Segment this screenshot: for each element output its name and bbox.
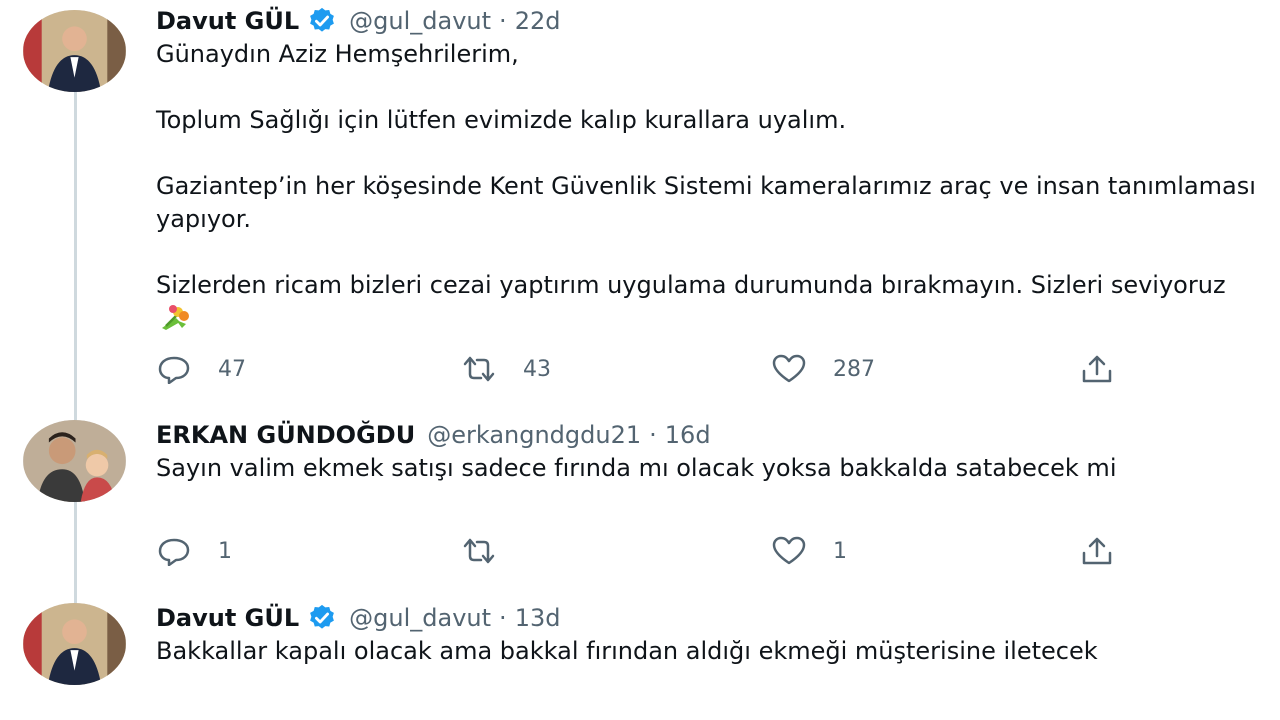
- share-button[interactable]: [1079, 354, 1115, 384]
- like-button[interactable]: 1: [771, 536, 847, 566]
- separator-dot: ·: [499, 7, 507, 35]
- tweet-header: Davut GÜL @gul_davut · 13d: [156, 601, 1280, 635]
- like-count: 1: [833, 538, 847, 564]
- retweet-button[interactable]: [461, 536, 523, 566]
- tweet-paragraph: Toplum Sağlığı için lütfen evimizde kalı…: [156, 106, 847, 134]
- tweet-header: Davut GÜL @gul_davut · 22d: [156, 4, 1280, 38]
- verified-badge-icon: [310, 604, 335, 629]
- retweet-count: 43: [523, 356, 551, 382]
- reply-icon: [158, 356, 190, 384]
- heart-icon: [772, 536, 806, 565]
- tweet-author-reply[interactable]: Davut GÜL @gul_davut · 13d Bakkallar kap…: [0, 601, 1280, 720]
- author-name[interactable]: Davut GÜL: [156, 7, 299, 35]
- tweet-paragraph: Sizlerden ricam bizleri cezai yaptırım u…: [156, 269, 1256, 335]
- share-icon: [1082, 355, 1112, 383]
- tweet-text: Sayın valim ekmek satışı sadece fırında …: [156, 454, 1117, 482]
- author-name[interactable]: ERKAN GÜNDOĞDU: [156, 421, 415, 449]
- like-button[interactable]: 287: [771, 354, 875, 384]
- separator-dot: ·: [649, 421, 657, 449]
- reply-button[interactable]: 47: [156, 354, 246, 384]
- separator-dot: ·: [499, 604, 507, 632]
- tweet-paragraph-text: Sizlerden ricam bizleri cezai yaptırım u…: [156, 271, 1226, 299]
- tweet-actions: 47 43 287: [156, 354, 1156, 388]
- tweet-text: Bakkallar kapalı olacak ama bakkal fırın…: [156, 637, 1098, 665]
- retweet-icon: [463, 538, 495, 564]
- author-handle[interactable]: @gul_davut: [349, 7, 491, 35]
- reply-icon: [158, 538, 190, 566]
- heart-icon: [772, 354, 806, 383]
- tweet-main[interactable]: Davut GÜL @gul_davut · 22d Günaydın Aziz…: [0, 4, 1280, 394]
- bouquet-emoji-icon: [162, 305, 189, 330]
- avatar-photo-icon: [23, 603, 126, 685]
- tweet-paragraph: Gaziantep’in her köşesinde Kent Güvenlik…: [156, 172, 1256, 233]
- share-button[interactable]: [1079, 536, 1115, 566]
- reply-count: 1: [218, 538, 232, 564]
- tweet-actions: 1 1: [156, 536, 1156, 570]
- author-name[interactable]: Davut GÜL: [156, 604, 299, 632]
- avatar-photo-icon: [23, 10, 126, 92]
- tweet-paragraph: Günaydın Aziz Hemşehrilerim,: [156, 40, 519, 68]
- retweet-icon: [463, 356, 495, 382]
- verified-badge-icon: [310, 7, 335, 32]
- reply-button[interactable]: 1: [156, 536, 232, 566]
- author-handle[interactable]: @gul_davut: [349, 604, 491, 632]
- avatar[interactable]: [23, 603, 126, 685]
- reply-count: 47: [218, 356, 246, 382]
- share-icon: [1082, 537, 1112, 565]
- tweet-text: Günaydın Aziz Hemşehrilerim, Toplum Sağl…: [156, 38, 1280, 335]
- avatar-photo-icon: [23, 420, 126, 502]
- avatar[interactable]: [23, 420, 126, 502]
- retweet-button[interactable]: 43: [461, 354, 551, 384]
- tweet-header: ERKAN GÜNDOĞDU @erkangndgdu21 · 16d: [156, 418, 1280, 452]
- author-handle[interactable]: @erkangndgdu21: [427, 421, 641, 449]
- like-count: 287: [833, 356, 875, 382]
- avatar[interactable]: [23, 10, 126, 92]
- tweet-reply[interactable]: ERKAN GÜNDOĞDU @erkangndgdu21 · 16d Sayı…: [0, 418, 1280, 583]
- tweet-timestamp[interactable]: 16d: [665, 421, 711, 449]
- tweet-timestamp[interactable]: 22d: [515, 7, 561, 35]
- tweet-timestamp[interactable]: 13d: [515, 604, 561, 632]
